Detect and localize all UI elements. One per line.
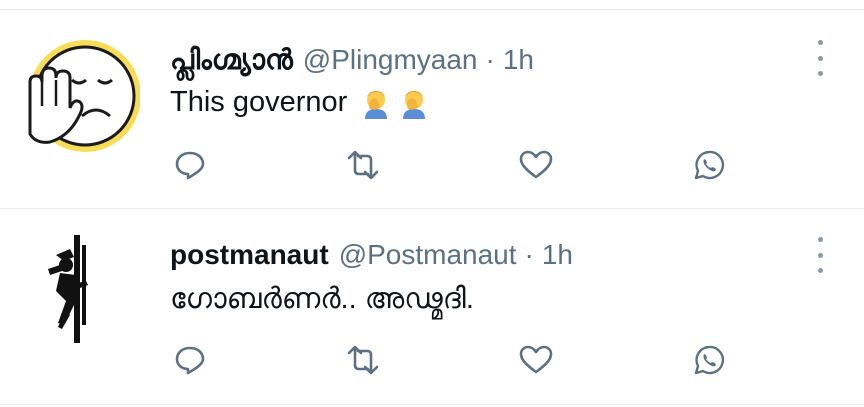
face-palm-emoji [361, 87, 391, 119]
reply-icon[interactable] [170, 340, 210, 380]
tweet[interactable]: പ്ലിംഗ്മ്യാൻ @Plingmyaan · 1h This gover… [0, 10, 864, 209]
user-handle[interactable]: @Plingmyaan [303, 44, 478, 76]
separator: · [485, 44, 495, 75]
tweet[interactable]: postmanaut @Postmanaut · 1h ഗോബർണർ.. അഢ്… [0, 209, 864, 399]
display-name[interactable]: postmanaut [170, 239, 329, 271]
tweet-header: പ്ലിംഗ്മ്യാൻ @Plingmyaan · 1h [170, 44, 534, 77]
whatsapp-share-icon[interactable] [689, 145, 729, 185]
more-options-icon[interactable] [808, 40, 832, 76]
like-icon[interactable] [516, 145, 556, 185]
retweet-icon[interactable] [343, 340, 383, 380]
timestamp[interactable]: 1h [542, 239, 573, 271]
user-handle[interactable]: @Postmanaut [339, 239, 517, 271]
avatar[interactable] [22, 36, 141, 154]
tweet-text-content: This governor [170, 86, 348, 118]
tweet-header: postmanaut @Postmanaut · 1h [170, 239, 573, 271]
tweet-text-content: ഗോബർണർ.. അഢ്മദി. [170, 283, 474, 315]
whatsapp-share-icon[interactable] [689, 340, 729, 380]
more-options-icon[interactable] [808, 237, 832, 273]
retweet-icon[interactable] [343, 145, 383, 185]
separator: · [524, 239, 534, 270]
tweet-actions [0, 145, 864, 185]
like-icon[interactable] [516, 340, 556, 380]
tweet-text: ഗോബർണർ.. അഢ്മദി. [170, 283, 474, 316]
timestamp[interactable]: 1h [503, 44, 534, 76]
avatar[interactable] [30, 225, 120, 345]
tweet-text: This governor [170, 86, 429, 119]
divider [0, 404, 864, 405]
display-name[interactable]: പ്ലിംഗ്മ്യാൻ [170, 44, 293, 77]
reply-icon[interactable] [170, 145, 210, 185]
tweet-actions [0, 340, 864, 380]
face-palm-emoji [399, 87, 429, 119]
